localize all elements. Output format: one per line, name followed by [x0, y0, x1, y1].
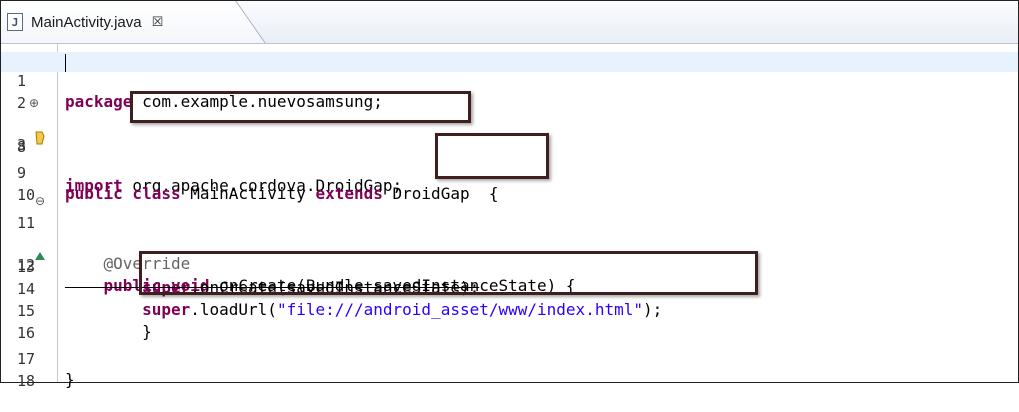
editor-window: J MainActivity.java ☒ 1 package com.exam…	[0, 0, 1019, 390]
tab-title: MainActivity.java	[31, 13, 142, 31]
code-line[interactable]: 17 }	[1, 330, 1018, 389]
expand-fold-icon[interactable]: ⊕	[29, 96, 39, 110]
tab-main-activity[interactable]: J MainActivity.java ☒	[1, 1, 234, 43]
code-line[interactable]: 16	[1, 304, 1018, 342]
text-caret	[65, 54, 66, 72]
code-line[interactable]: 3 ⊕ import org.apache.cordova.DroidGap;	[1, 96, 1018, 195]
code-line[interactable]: 2	[1, 74, 1018, 112]
code-line[interactable]: 8	[1, 118, 1018, 156]
code-line[interactable]: 18	[1, 352, 1018, 390]
code-text: }	[65, 370, 75, 389]
code-line[interactable]: 14 super.loadUrl("file:///android_asset/…	[1, 260, 1018, 319]
code-line[interactable]: 15 }	[1, 282, 1018, 341]
close-icon[interactable]: ☒	[152, 15, 164, 30]
editor-tab-bar: J MainActivity.java ☒	[1, 1, 1018, 44]
line-number: 18	[17, 372, 36, 390]
code-line[interactable]: 12 public void onCreate(Bundle savedInst…	[1, 216, 1018, 295]
code-line[interactable]: 9 public class MainActivity extends Droi…	[1, 144, 1018, 203]
collapse-fold-icon[interactable]: ⊖	[35, 194, 45, 208]
code-editor[interactable]: 1 package com.example.nuevosamsung; 2 3 …	[1, 44, 1018, 390]
code-line[interactable]: 11 ⊖ @Override	[1, 194, 1018, 273]
code-line[interactable]: 1 package com.example.nuevosamsung;	[1, 52, 1018, 111]
code-line[interactable]: 10	[1, 166, 1018, 204]
java-file-icon: J	[7, 13, 23, 31]
code-line[interactable]: 13 super.onCreate(savedInstanceState);	[1, 238, 1018, 297]
